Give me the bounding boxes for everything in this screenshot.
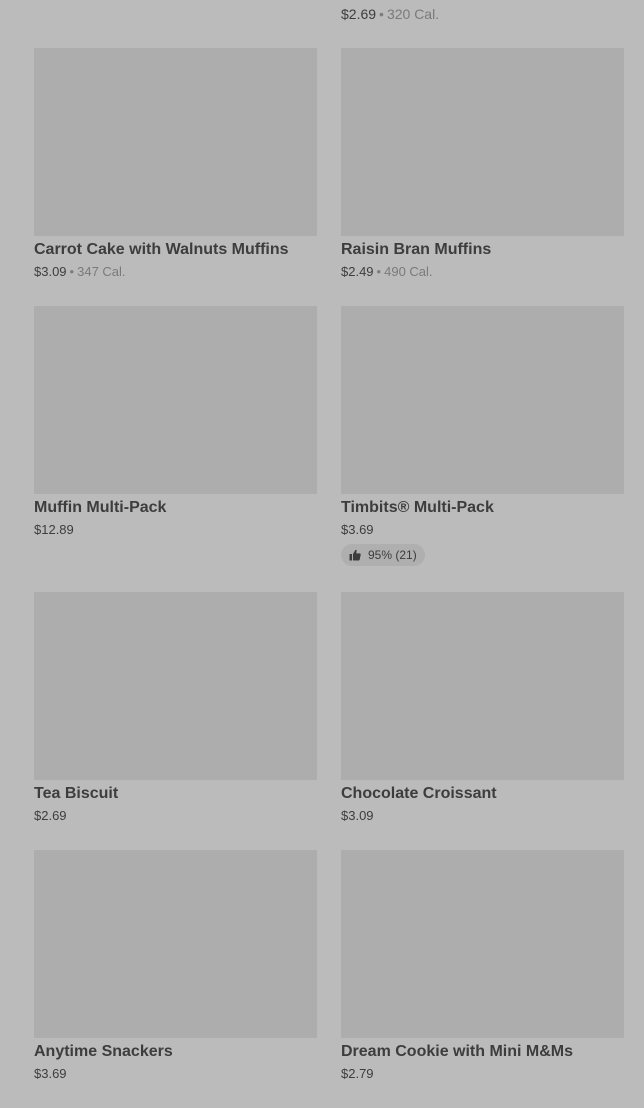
previous-row-partial: $2.69 • 320 Cal.	[0, 0, 644, 30]
product-calories: 347 Cal.	[77, 264, 126, 279]
product-meta: $3.69	[341, 522, 624, 538]
product-card[interactable]: Tea Biscuit $2.69	[34, 592, 317, 850]
separator-dot: •	[69, 264, 75, 279]
product-card[interactable]: Carrot Cake with Walnuts Muffins $3.09 • 3…	[34, 48, 317, 306]
product-calories: 490 Cal.	[384, 264, 433, 279]
product-card[interactable]: Muffin Multi-Pack $12.89	[34, 306, 317, 592]
product-image	[341, 306, 624, 494]
menu-grid-page: $2.69 • 320 Cal. Carrot Cake with Walnuts …	[0, 0, 644, 1108]
product-name: Anytime Snackers	[34, 1043, 173, 1060]
rating-text: 95% (21)	[368, 548, 417, 562]
product-name: Muffin Multi-Pack	[34, 499, 167, 516]
product-image	[34, 592, 317, 780]
product-price: $2.69	[34, 808, 67, 823]
item-price: $2.69	[341, 6, 377, 22]
item-calories: 320 Cal.	[386, 6, 440, 22]
item-meta: $2.69 • 320 Cal.	[341, 6, 439, 22]
product-name: Carrot Cake with Walnuts Muffins	[34, 241, 289, 258]
product-card[interactable]: Chocolate Croissant $3.09	[341, 592, 624, 850]
product-grid: Carrot Cake with Walnuts Muffins $3.09 • 3…	[34, 48, 624, 1108]
product-meta: $2.79	[341, 1066, 624, 1082]
rating-badge: 95% (21)	[341, 544, 425, 566]
product-card[interactable]: Anytime Snackers $3.69	[34, 850, 317, 1108]
product-meta: $3.09 • 347 Cal.	[34, 264, 317, 280]
product-price: $12.89	[34, 522, 74, 537]
product-price: $2.79	[341, 1066, 374, 1081]
product-image	[34, 850, 317, 1038]
product-card[interactable]: Dream Cookie with Mini M&Ms $2.79	[341, 850, 624, 1108]
product-price: $3.09	[34, 264, 67, 279]
product-meta: $2.69	[34, 808, 317, 824]
product-name: Tea Biscuit	[34, 785, 119, 802]
product-meta: $12.89	[34, 522, 317, 538]
product-card[interactable]: Raisin Bran Muffins $2.49 • 490 Cal.	[341, 48, 624, 306]
product-image	[34, 306, 317, 494]
separator-dot: •	[379, 6, 384, 22]
product-meta: $3.69	[34, 1066, 317, 1082]
product-row: Carrot Cake with Walnuts Muffins $3.09 • 3…	[34, 48, 624, 306]
product-card[interactable]: Timbits® Multi-Pack $3.69 95% (21)	[341, 306, 624, 592]
separator-dot: •	[376, 264, 382, 279]
thumbs-up-icon	[349, 549, 361, 561]
product-price: $3.69	[341, 522, 374, 537]
product-row: Tea Biscuit $2.69 Chocolate Croissant $3…	[34, 592, 624, 850]
product-row: Anytime Snackers $3.69 Dream Cookie with…	[34, 850, 624, 1108]
product-meta: $3.09	[341, 808, 624, 824]
product-price: $3.69	[34, 1066, 67, 1081]
product-name: Raisin Bran Muffins	[341, 241, 492, 258]
product-name: Dream Cookie with Mini M&Ms	[341, 1043, 574, 1060]
product-image	[341, 850, 624, 1038]
product-price: $3.09	[341, 808, 374, 823]
product-image	[34, 48, 317, 236]
product-name: Timbits® Multi-Pack	[341, 499, 494, 516]
product-image	[341, 48, 624, 236]
product-meta: $2.49 • 490 Cal.	[341, 264, 624, 280]
product-row: Muffin Multi-Pack $12.89 Timbits® Multi-…	[34, 306, 624, 592]
product-image	[341, 592, 624, 780]
product-name: Chocolate Croissant	[341, 785, 497, 802]
product-price: $2.49	[341, 264, 374, 279]
